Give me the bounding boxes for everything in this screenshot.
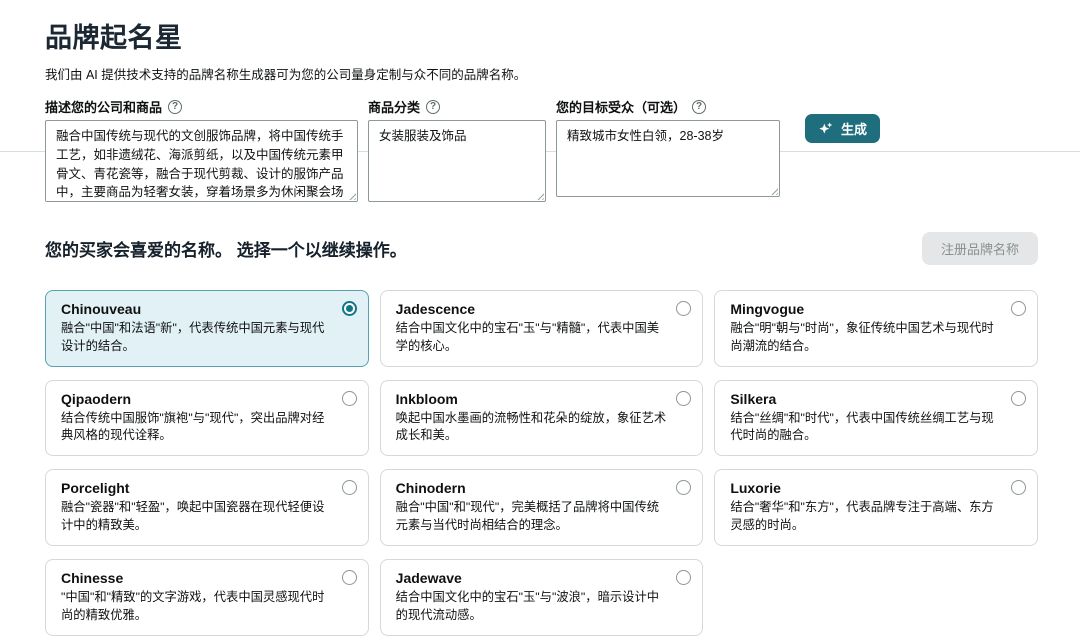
product-category-label: 商品分类 ? xyxy=(368,97,546,116)
option-description: 结合中国文化中的宝石"玉"与"波浪"，暗示设计中的现代流动感。 xyxy=(396,589,667,625)
option-radio[interactable] xyxy=(1011,301,1026,316)
option-name: Jadescence xyxy=(396,301,667,317)
name-option-card[interactable]: Jadescence 结合中国文化中的宝石"玉"与"精髓"，代表中国美学的核心。 xyxy=(380,290,704,367)
option-name: Luxorie xyxy=(730,480,1001,496)
option-name: Porcelight xyxy=(61,480,332,496)
option-radio[interactable] xyxy=(676,570,691,585)
option-description: 结合"丝绸"和"时代"，代表中国传统丝绸工艺与现代时尚的融合。 xyxy=(730,410,1001,446)
option-name: Jadewave xyxy=(396,570,667,586)
name-option-card[interactable]: Mingvogue 融合"明"朝与"时尚"，象征传统中国艺术与现代时尚潮流的结合… xyxy=(714,290,1038,367)
generate-button-label: 生成 xyxy=(841,119,867,138)
results-header: 您的买家会喜爱的名称。 选择一个以继续操作。 注册品牌名称 xyxy=(45,232,1038,265)
help-icon[interactable]: ? xyxy=(168,100,182,114)
option-description: "中国"和"精致"的文字游戏，代表中国灵感现代时尚的精致优雅。 xyxy=(61,589,332,625)
name-option-card[interactable]: Jadewave 结合中国文化中的宝石"玉"与"波浪"，暗示设计中的现代流动感。 xyxy=(380,559,704,636)
option-name: Silkera xyxy=(730,391,1001,407)
company-description-label: 描述您的公司和商品 ? xyxy=(45,97,358,116)
company-description-input[interactable]: 融合中国传统与现代的文创服饰品牌，将中国传统手工艺，如非遗绒花、海派剪纸，以及中… xyxy=(45,120,358,202)
name-option-card[interactable]: Chinouveau 融合"中国"和法语"新"，代表传统中国元素与现代设计的结合… xyxy=(45,290,369,367)
option-description: 融合"瓷器"和"轻盈"，唤起中国瓷器在现代轻便设计中的精致美。 xyxy=(61,499,332,535)
name-option-card[interactable]: Chinodern 融合"中国"和"现代"，完美概括了品牌将中国传统元素与当代时… xyxy=(380,469,704,546)
option-description: 融合"中国"和"现代"，完美概括了品牌将中国传统元素与当代时尚相结合的理念。 xyxy=(396,499,667,535)
target-audience-label-text: 您的目标受众（可选） xyxy=(556,97,686,116)
brand-name-generator-page: 品牌起名星 我们由 AI 提供技术支持的品牌名称生成器可为您的公司量身定制与众不… xyxy=(0,0,1080,638)
option-name: Qipaodern xyxy=(61,391,332,407)
option-description: 结合传统中国服饰"旗袍"与"现代"，突出品牌对经典风格的现代诠释。 xyxy=(61,410,332,446)
option-name: Chinodern xyxy=(396,480,667,496)
option-radio[interactable] xyxy=(676,480,691,495)
option-description: 融合"明"朝与"时尚"，象征传统中国艺术与现代时尚潮流的结合。 xyxy=(730,320,1001,356)
name-option-card[interactable]: Inkbloom 唤起中国水墨画的流畅性和花朵的绽放，象征艺术成长和美。 xyxy=(380,380,704,457)
option-name: Mingvogue xyxy=(730,301,1001,317)
page-title: 品牌起名星 xyxy=(45,16,1038,55)
option-radio[interactable] xyxy=(676,391,691,406)
product-category-input[interactable]: 女装服装及饰品 xyxy=(368,120,546,202)
product-category-label-text: 商品分类 xyxy=(368,97,420,116)
target-audience-input[interactable]: 精致城市女性白领，28-38岁 xyxy=(556,120,780,197)
page-subtitle: 我们由 AI 提供技术支持的品牌名称生成器可为您的公司量身定制与众不同的品牌名称… xyxy=(45,64,1038,83)
company-description-label-text: 描述您的公司和商品 xyxy=(45,97,162,116)
option-radio[interactable] xyxy=(1011,391,1026,406)
option-name: Chinouveau xyxy=(61,301,332,317)
generate-button[interactable]: 生成 xyxy=(805,114,880,143)
name-option-card[interactable]: Silkera 结合"丝绸"和"时代"，代表中国传统丝绸工艺与现代时尚的融合。 xyxy=(714,380,1038,457)
name-option-card[interactable]: Porcelight 融合"瓷器"和"轻盈"，唤起中国瓷器在现代轻便设计中的精致… xyxy=(45,469,369,546)
option-radio[interactable] xyxy=(342,570,357,585)
generator-form: 描述您的公司和商品 ? 融合中国传统与现代的文创服饰品牌，将中国传统手工艺，如非… xyxy=(45,97,1038,202)
register-brand-name-button[interactable]: 注册品牌名称 xyxy=(922,232,1038,265)
target-audience-label: 您的目标受众（可选） ? xyxy=(556,97,780,116)
option-description: 融合"中国"和法语"新"，代表传统中国元素与现代设计的结合。 xyxy=(61,320,332,356)
option-radio[interactable] xyxy=(676,301,691,316)
name-option-card[interactable]: Chinesse "中国"和"精致"的文字游戏，代表中国灵感现代时尚的精致优雅。 xyxy=(45,559,369,636)
target-audience-field: 您的目标受众（可选） ? 精致城市女性白领，28-38岁 xyxy=(556,97,780,197)
option-description: 唤起中国水墨画的流畅性和花朵的绽放，象征艺术成长和美。 xyxy=(396,410,667,446)
option-radio[interactable] xyxy=(342,480,357,495)
product-category-field: 商品分类 ? 女装服装及饰品 xyxy=(368,97,546,202)
company-description-field: 描述您的公司和商品 ? 融合中国传统与现代的文创服饰品牌，将中国传统手工艺，如非… xyxy=(45,97,358,202)
option-name: Chinesse xyxy=(61,570,332,586)
option-description: 结合"奢华"和"东方"，代表品牌专注于高端、东方灵感的时尚。 xyxy=(730,499,1001,535)
results-heading: 您的买家会喜爱的名称。 选择一个以继续操作。 xyxy=(45,236,407,261)
name-option-card[interactable]: Luxorie 结合"奢华"和"东方"，代表品牌专注于高端、东方灵感的时尚。 xyxy=(714,469,1038,546)
help-icon[interactable]: ? xyxy=(426,100,440,114)
option-description: 结合中国文化中的宝石"玉"与"精髓"，代表中国美学的核心。 xyxy=(396,320,667,356)
sparkle-icon xyxy=(818,121,834,137)
help-icon[interactable]: ? xyxy=(692,100,706,114)
option-name: Inkbloom xyxy=(396,391,667,407)
name-option-card[interactable]: Qipaodern 结合传统中国服饰"旗袍"与"现代"，突出品牌对经典风格的现代… xyxy=(45,380,369,457)
option-radio[interactable] xyxy=(1011,480,1026,495)
option-radio[interactable] xyxy=(342,301,357,316)
option-radio[interactable] xyxy=(342,391,357,406)
name-options-grid: Chinouveau 融合"中国"和法语"新"，代表传统中国元素与现代设计的结合… xyxy=(45,290,1038,636)
